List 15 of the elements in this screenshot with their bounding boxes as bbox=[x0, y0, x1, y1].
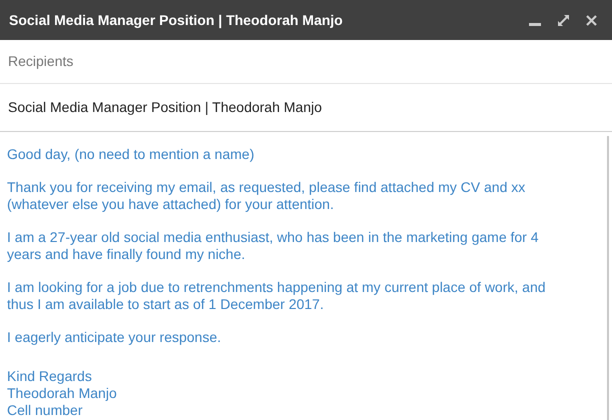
recipients-field[interactable]: Recipients bbox=[8, 51, 604, 72]
body-paragraph: I am a 27-year old social media enthusiast, who has been in the marketing game for 4 years and have finally found my niche. bbox=[7, 229, 540, 263]
signature-line: Cell number bbox=[7, 402, 84, 419]
body-paragraph: I am looking for a job due to retrenchments happening at my current place of work, and thus I am available to start as of 1 December 2017. bbox=[7, 279, 547, 313]
minimize-icon bbox=[529, 23, 541, 26]
body-paragraph: Good day, (no need to mention a name) bbox=[7, 146, 256, 163]
body-paragraph: I eagerly anticipate your response. bbox=[7, 329, 222, 346]
body-paragraph: Thank you for receiving my email, as requested, please find attached my CV and xx (whatever else you have attached) for your attention. bbox=[7, 179, 526, 213]
window-title: Social Media Manager Position | Theodorah Manjo bbox=[9, 10, 344, 30]
close-icon bbox=[586, 14, 596, 26]
subject-field[interactable]: Social Media Manager Position | Theodorah Manjo bbox=[8, 97, 604, 118]
signature-line: Theodorah Manjo bbox=[7, 385, 118, 402]
signature-line: Kind Regards bbox=[7, 368, 93, 385]
scrollbar[interactable] bbox=[607, 136, 609, 420]
expand-icon bbox=[556, 14, 570, 26]
